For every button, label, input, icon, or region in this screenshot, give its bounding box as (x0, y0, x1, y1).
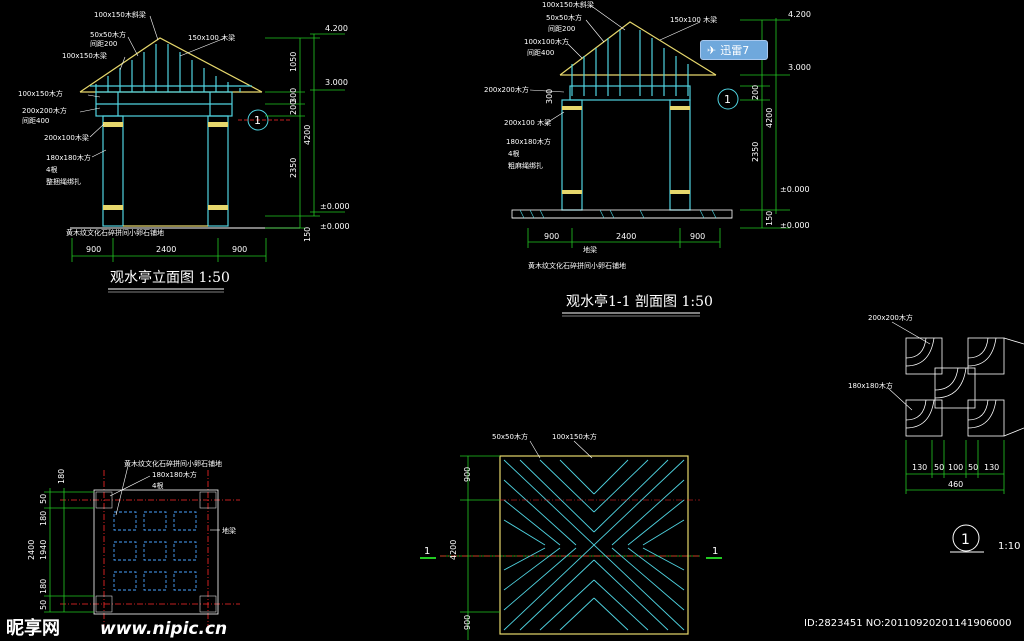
elevation-vdim-1050: 1050 (289, 52, 298, 72)
section-right-label: 150x100 木梁 (670, 15, 717, 24)
elevation-hdim-2400: 2400 (156, 245, 176, 254)
detail-hdim-3: 50 (968, 463, 978, 472)
plan-vdim-4: 1940 (39, 540, 48, 560)
elevation-vdim-2350: 2350 (289, 158, 298, 178)
section-label-5: 200x200木方 (484, 85, 529, 94)
detail-callout: 1 (961, 532, 970, 548)
elevation-label-0: 100x150木斜梁 (94, 10, 146, 19)
elevation-labels: 100x150木斜梁 50x50木方 间距200 100x150木梁 100x1… (18, 10, 235, 237)
elevation-label-7: 200x100木梁 (44, 133, 89, 142)
elevation-level-3000: 3.000 (325, 78, 348, 87)
watermark-id: ID:2823451 NO:20110920201141906000 (804, 618, 1012, 629)
elevation-level-0a: ±0.000 (320, 202, 350, 211)
section-hdim-2400: 2400 (616, 232, 636, 241)
elevation-vdims: 1050 300 200 4200 2350 150 (289, 52, 312, 242)
elevation-label-6: 间距400 (22, 117, 49, 125)
elevation-vdim-200: 200 (289, 100, 298, 115)
watermark-logo: 昵享网 (6, 617, 60, 639)
roof-vdim-0: 900 (463, 467, 472, 482)
detail-hdim-0: 130 (912, 463, 927, 472)
section-level-top: 4.200 (788, 10, 811, 19)
plan-vdim-6: 50 (39, 600, 48, 610)
section-callout: 1 (724, 93, 731, 106)
download-badge[interactable]: ✈ 迅雷7 (700, 40, 768, 60)
elevation-hdim-900a: 900 (86, 245, 101, 254)
section-level-3000: 3.000 (788, 63, 811, 72)
plan-vdim-1: 50 (39, 494, 48, 504)
plan-drawing: 180 50 180 2400 1940 180 50 黄木纹文化石碎拼间小卵石… (27, 459, 240, 630)
detail-label-0: 200x200木方 (868, 313, 913, 322)
elevation-label-9: 4根 (46, 165, 57, 174)
elevation-label-3: 100x150木梁 (62, 51, 107, 60)
elevation-callout: 1 (254, 114, 261, 127)
section-label-3: 100x100木方 (524, 37, 569, 46)
roof-vdim-2: 900 (463, 615, 472, 630)
roof-label-0: 50x50木方 (492, 432, 528, 441)
elevation-label-8: 180x180木方 (46, 153, 91, 162)
column-detail-drawing: 200x200木方 180x180木方 130 50 100 50 130 46… (848, 313, 1024, 553)
elevation-levels: 4.200 3.000 ±0.000 ±0.000 (320, 24, 350, 231)
roof-vdim-1: 4200 (449, 540, 458, 560)
cad-drawing-canvas: 1 1050 300 200 4200 2350 150 4.200 3.000 (6, 0, 1024, 640)
section-label-4: 间距400 (527, 49, 554, 57)
section-vdim-2350: 2350 (751, 142, 760, 162)
section-label-11: 地梁 (583, 245, 597, 254)
section-level-0a: ±0.000 (780, 185, 810, 194)
section-hdim-900b: 900 (690, 232, 705, 241)
plan-vdim-5: 180 (39, 579, 48, 594)
elevation-drawing: 1 1050 300 200 4200 2350 150 4.200 3.000 (18, 10, 350, 293)
section-vdim-300: 300 (545, 89, 554, 104)
detail-hdim-4: 130 (984, 463, 999, 472)
detail-scale: 1:10 (998, 541, 1020, 552)
roof-section-mark-right: 1 (712, 546, 718, 557)
section-vdim-4200: 4200 (765, 108, 774, 128)
plan-label-1: 180x180木方 (152, 470, 197, 479)
plan-vdim-0: 180 (57, 469, 66, 484)
elevation-label-5: 200x200木方 (22, 106, 67, 115)
section-label-9: 粗麻绳绑扎 (508, 161, 543, 170)
plan-label-3: 地梁 (222, 526, 236, 535)
watermark-url: www.nipic.cn (100, 619, 227, 639)
section-label-2: 间距200 (548, 25, 575, 33)
section-vdim-150: 150 (765, 211, 774, 226)
elevation-title: 观水亭立面图 1:50 (110, 269, 230, 286)
elevation-label-11: 黄木纹文化石碎拼间小卵石铺地 (66, 228, 164, 237)
download-badge-label: 迅雷7 (720, 44, 750, 57)
elevation-label-1: 50x50木方 (90, 30, 126, 39)
section-label-8: 4根 (508, 149, 519, 158)
detail-hdim-1: 50 (934, 463, 944, 472)
elevation-hdim-900b: 900 (232, 245, 247, 254)
bird-icon: ✈ (707, 43, 717, 57)
section-label-10: 黄木纹文化石碎拼间小卵石铺地 (528, 261, 626, 270)
elevation-label-2: 间距200 (90, 40, 117, 48)
elevation-right-label: 150x100 木梁 (188, 33, 235, 42)
section-label-0: 100x150木斜梁 (542, 0, 594, 9)
section-labels: 100x150木斜梁 50x50木方 间距200 100x100木方 间距400… (484, 0, 717, 270)
section-label-7: 180x180木方 (506, 137, 551, 146)
roof-section-mark-left: 1 (424, 546, 430, 557)
plan-label-2: 4根 (152, 481, 163, 490)
elevation-vdim-4200: 4200 (303, 125, 312, 145)
elevation-level-0b: ±0.000 (320, 222, 350, 231)
watermark: 昵享网 www.nipic.cn ID:2823451 NO:201109202… (6, 617, 1012, 639)
detail-label-1: 180x180木方 (848, 381, 893, 390)
detail-hdim-2: 100 (948, 463, 963, 472)
section-hdim-900a: 900 (544, 232, 559, 241)
section-vdim-200: 200 (751, 85, 760, 100)
elevation-label-10: 整捆绳绑扎 (46, 177, 81, 186)
elevation-level-top: 4.200 (325, 24, 348, 33)
roof-label-1: 100x150木方 (552, 432, 597, 441)
section-label-1: 50x50木方 (546, 13, 582, 22)
section-label-6: 200x100 木梁 (504, 118, 551, 127)
plan-vdim-3: 2400 (27, 540, 36, 560)
plan-vdim-2: 180 (39, 511, 48, 526)
section-level-0b: ±0.000 (780, 221, 810, 230)
elevation-vdim-150: 150 (303, 227, 312, 242)
roof-plan-drawing: 1 1 900 4200 900 50x50木方 100x150木方 (420, 432, 722, 640)
elevation-label-4: 100x150木方 (18, 89, 63, 98)
section-title: 观水亭1-1 剖面图 1:50 (566, 293, 713, 310)
detail-hdim-total: 460 (948, 480, 963, 489)
plan-label-0: 黄木纹文化石碎拼间小卵石铺地 (124, 459, 222, 468)
